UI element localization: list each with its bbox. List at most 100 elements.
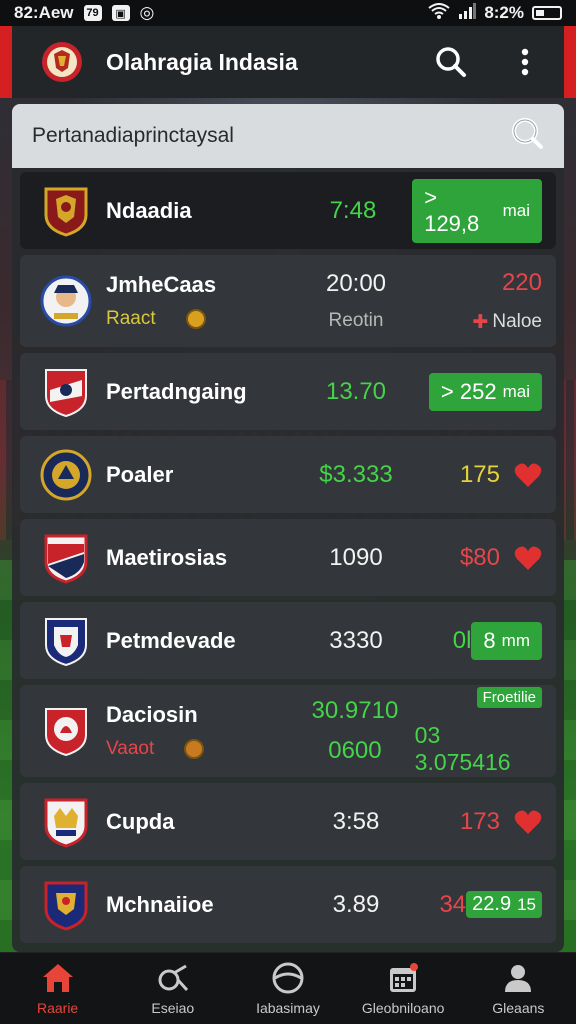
nav-label: Iabasimay (256, 999, 320, 1016)
right-value: 03 3.075416 (414, 721, 511, 775)
app-bar: Olahragia Indasia (0, 26, 576, 98)
match-sub: Reotin (328, 310, 384, 331)
list-item[interactable]: JmheCaas Raact 20:00 Reotin 220 ✚ Naloe (20, 255, 556, 347)
wifi-icon (428, 2, 450, 24)
team-name: Pertadngaing (106, 378, 247, 404)
odds-button[interactable]: 22.9 15 (466, 891, 542, 918)
sub-status: Vaaot (106, 738, 155, 759)
status-badge: Froetilie (476, 686, 542, 708)
refresh-search-icon[interactable] (510, 116, 544, 156)
team-name: Ndaadia (106, 197, 192, 223)
match-score: 7:48 (329, 196, 377, 224)
search-bar[interactable]: Pertanadiaprinctaysal (12, 104, 564, 168)
odds-value: 8 (483, 627, 496, 653)
team-logo-icon (40, 705, 92, 757)
team-name: Daciosin (106, 702, 198, 727)
nav-label: Gleobniloano (361, 999, 445, 1016)
nav-item-home[interactable]: Raarie (3, 962, 113, 1016)
match-score: 1090 (329, 543, 383, 571)
odds-unit: mm (501, 630, 530, 650)
home-icon (42, 963, 73, 992)
team-name: JmheCaas (106, 272, 217, 297)
right-value: 0l (452, 626, 472, 654)
list-item[interactable]: Maetirosias 1090 $80 (20, 519, 556, 596)
team-name: Petmdevade (106, 627, 236, 653)
app-title: Olahragia Indasia (106, 48, 298, 75)
nav-item-ball[interactable]: Iabasimay (233, 962, 343, 1016)
match-score: $3.333 (319, 460, 393, 488)
pin-icon: ✚ (472, 311, 489, 333)
search-icon[interactable] (434, 45, 468, 79)
status-time: 82:Aew (14, 3, 74, 22)
team-name: Cupda (106, 808, 175, 834)
crest-icon[interactable] (40, 40, 84, 84)
right-value: 34 (439, 890, 467, 918)
match-sub: 0600 (328, 737, 382, 764)
odds-unit: mai (502, 200, 531, 220)
list-item[interactable]: Pertadngaing 13.70 > 252 mai (20, 353, 556, 430)
coin-icon (185, 309, 206, 329)
match-score: 3330 (329, 626, 383, 654)
bottom-navigation: Raarie Eseiao Iabasimay Gleobniloano Gle… (0, 952, 576, 1024)
team-name: Poaler (106, 461, 174, 487)
heart-icon[interactable] (514, 545, 542, 571)
signal-icon (458, 2, 477, 24)
team-logo-icon (40, 879, 92, 931)
battery-text: 8:2% (484, 3, 524, 22)
match-score: 20:00 (325, 270, 387, 297)
team-logo-icon (40, 449, 92, 501)
right-sub: Naloe (492, 311, 542, 332)
odds-value: 22.9 (472, 893, 512, 915)
odds-unit: mai (502, 381, 530, 401)
match-score: 3:58 (332, 807, 380, 835)
list-item[interactable]: Petmdevade 3330 0l 8 mm (20, 602, 556, 679)
more-vert-icon[interactable] (508, 45, 542, 79)
team-logo-icon (40, 366, 92, 418)
notification-icon: 79 (83, 5, 102, 21)
right-value: 175 (459, 460, 500, 488)
nav-item-whistle[interactable]: Eseiao (118, 962, 228, 1016)
list-item[interactable]: Daciosin Vaaot 30.9710 0600 Froetilie 03… (20, 685, 556, 777)
list-item[interactable]: Cupda 3:58 173 (20, 783, 556, 860)
heart-icon[interactable] (514, 809, 542, 835)
nav-label: Eseiao (151, 999, 195, 1016)
profile-icon (505, 964, 532, 992)
team-logo-icon (40, 532, 92, 584)
nav-item-calendar[interactable]: Gleobniloano (348, 962, 458, 1016)
list-item[interactable]: Mchnaiioe 3.89 34 22.9 15 (20, 866, 556, 943)
odds-button[interactable]: > 129,8 mai (412, 178, 543, 243)
right-value: 173 (459, 807, 500, 835)
team-logo-icon (40, 275, 92, 327)
right-value: 220 (501, 268, 542, 296)
odds-value: > 129,8 (424, 184, 480, 236)
circle-icon: ◎ (139, 3, 155, 22)
odds-unit: 15 (517, 894, 536, 914)
list-item[interactable]: Ndaadia 7:48 > 129,8 mai (20, 172, 556, 249)
odds-button[interactable]: 8 mm (471, 621, 542, 660)
image-icon: ▣ (111, 5, 130, 21)
search-placeholder: Pertanadiaprinctaysal (32, 124, 234, 147)
match-list-panel: Pertanadiaprinctaysal Ndaadia 7:48 > 129… (12, 104, 564, 952)
calendar-icon (390, 962, 419, 992)
list-item[interactable]: Poaler $3.333 175 (20, 436, 556, 513)
heart-icon[interactable] (514, 462, 542, 488)
team-name: Maetirosias (106, 544, 228, 570)
match-rows: Ndaadia 7:48 > 129,8 mai JmheCaas Raact (12, 168, 564, 943)
team-logo-icon (40, 185, 92, 237)
odds-button[interactable]: > 252 mai (428, 372, 542, 411)
nav-label: Gleaans (492, 999, 545, 1016)
status-bar: 82:Aew 79 ▣ ◎ 8:2% (0, 0, 576, 26)
battery-icon (532, 6, 562, 20)
nav-item-profile[interactable]: Gleaans (463, 962, 573, 1016)
match-score: 13.70 (325, 377, 387, 405)
ball-icon (272, 962, 304, 993)
match-score: 30.9710 (311, 697, 399, 724)
team-logo-icon (40, 796, 92, 848)
coin-icon (184, 739, 205, 759)
match-score: 3.89 (332, 890, 380, 918)
right-value: $80 (459, 543, 500, 571)
sub-status: Raact (106, 308, 156, 329)
odds-value: > 252 (440, 378, 497, 404)
whistle-icon (158, 964, 188, 991)
team-name: Mchnaiioe (106, 891, 214, 917)
